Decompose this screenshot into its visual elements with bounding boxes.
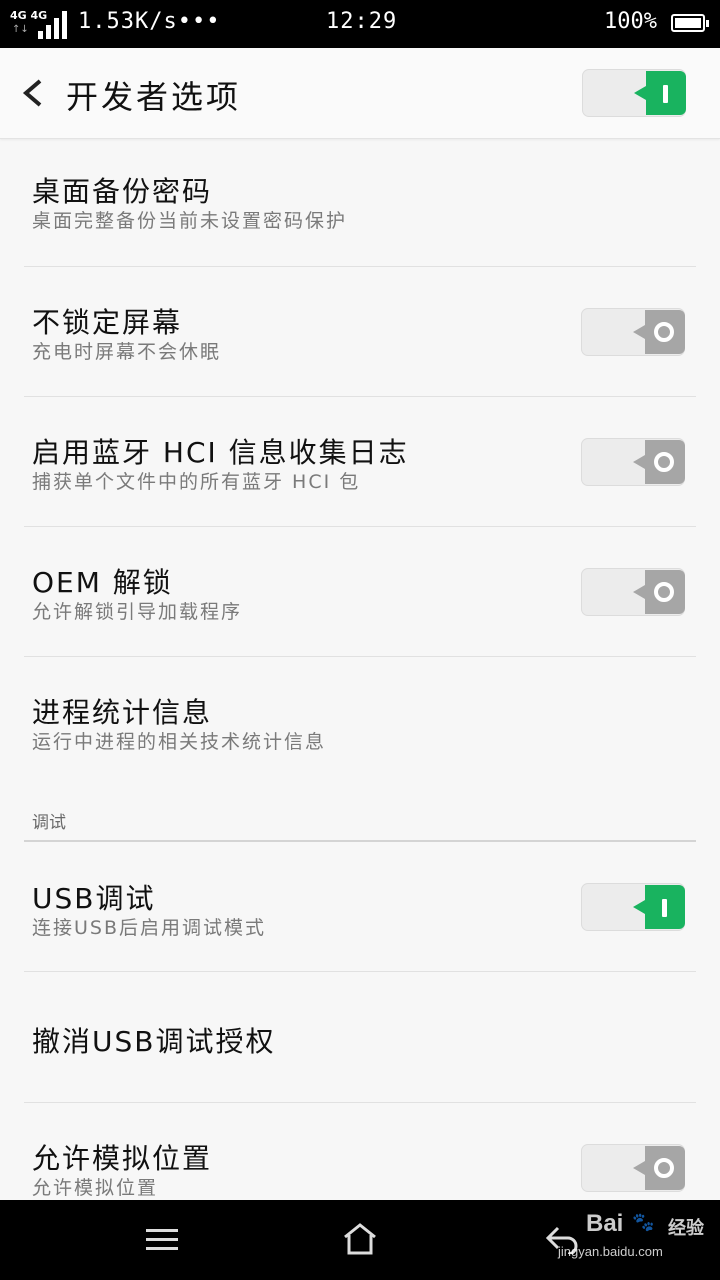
switch-off-knob: [633, 1146, 685, 1190]
item-subtitle: 运行中进程的相关技术统计信息: [32, 731, 327, 753]
switch-off-knob: [633, 440, 685, 484]
app-bar: 开发者选项: [0, 48, 720, 139]
list-item-revoke-usb-auth[interactable]: 撤消USB调试授权: [24, 972, 696, 1102]
item-title: 允许模拟位置: [32, 1142, 213, 1175]
developer-options-master-switch[interactable]: [582, 69, 686, 117]
paw-icon: 🐾: [632, 1212, 655, 1233]
section-divider: [24, 840, 696, 842]
item-title: USB调试: [32, 882, 156, 915]
status-bar: 4G 4G ↑↓ 1.53K/s••• 12:29 100%: [0, 0, 720, 48]
section-header-debug: 调试: [32, 813, 66, 833]
list-item-desktop-backup-password[interactable]: 桌面备份密码 桌面完整备份当前未设置密码保护: [24, 138, 696, 266]
item-title: 进程统计信息: [32, 696, 213, 729]
switch-on-knob: [633, 885, 685, 929]
item-subtitle: 允许解锁引导加载程序: [32, 601, 243, 623]
watermark-url: jingyan.baidu.com: [558, 1244, 663, 1259]
navigation-bar: Bai 🐾 经验 jingyan.baidu.com: [0, 1200, 720, 1280]
switch-on-knob: [634, 71, 686, 115]
item-title: OEM 解锁: [32, 566, 173, 599]
item-title: 不锁定屏幕: [32, 306, 183, 339]
item-title: 启用蓝牙 HCI 信息收集日志: [32, 436, 409, 469]
list-item-stay-awake[interactable]: 不锁定屏幕 充电时屏幕不会休眠: [24, 267, 696, 396]
stay-awake-switch[interactable]: [581, 308, 685, 356]
list-item-bluetooth-hci-log[interactable]: 启用蓝牙 HCI 信息收集日志 捕获单个文件中的所有蓝牙 HCI 包: [24, 397, 696, 526]
usb-debugging-switch[interactable]: [581, 883, 685, 931]
network-speed: 1.53K/s•••: [78, 9, 221, 34]
signal-icon: [38, 11, 67, 39]
mock-location-switch[interactable]: [581, 1144, 685, 1192]
jingyan-text: 经验: [668, 1218, 704, 1239]
list-item-mock-location[interactable]: 允许模拟位置 允许模拟位置: [24, 1103, 696, 1200]
battery-icon: [671, 14, 709, 32]
home-icon[interactable]: [342, 1222, 378, 1256]
baidu-jingyan-watermark: Bai 🐾 经验 jingyan.baidu.com: [558, 1210, 710, 1266]
switch-off-knob: [633, 310, 685, 354]
list-item-usb-debugging[interactable]: USB调试 连接USB后启用调试模式: [24, 843, 696, 971]
battery-percent: 100%: [604, 9, 657, 34]
back-arrow-icon[interactable]: [20, 78, 46, 108]
item-title: 桌面备份密码: [32, 175, 213, 208]
item-title: 撤消USB调试授权: [32, 1025, 276, 1058]
oem-unlock-switch[interactable]: [581, 568, 685, 616]
item-subtitle: 捕获单个文件中的所有蓝牙 HCI 包: [32, 471, 361, 493]
list-item-oem-unlock[interactable]: OEM 解锁 允许解锁引导加载程序: [24, 527, 696, 656]
baidu-logo: Bai: [586, 1210, 624, 1237]
bluetooth-hci-log-switch[interactable]: [581, 438, 685, 486]
clock: 12:29: [326, 9, 398, 34]
item-subtitle: 允许模拟位置: [32, 1177, 159, 1199]
item-subtitle: 充电时屏幕不会休眠: [32, 341, 222, 363]
menu-icon[interactable]: [146, 1228, 178, 1252]
list-item-process-stats[interactable]: 进程统计信息 运行中进程的相关技术统计信息: [24, 657, 696, 787]
item-subtitle: 桌面完整备份当前未设置密码保护: [32, 210, 348, 232]
switch-off-knob: [633, 570, 685, 614]
data-activity-icon: ↑↓: [12, 24, 29, 35]
page-title: 开发者选项: [66, 78, 242, 116]
item-subtitle: 连接USB后启用调试模式: [32, 917, 267, 939]
